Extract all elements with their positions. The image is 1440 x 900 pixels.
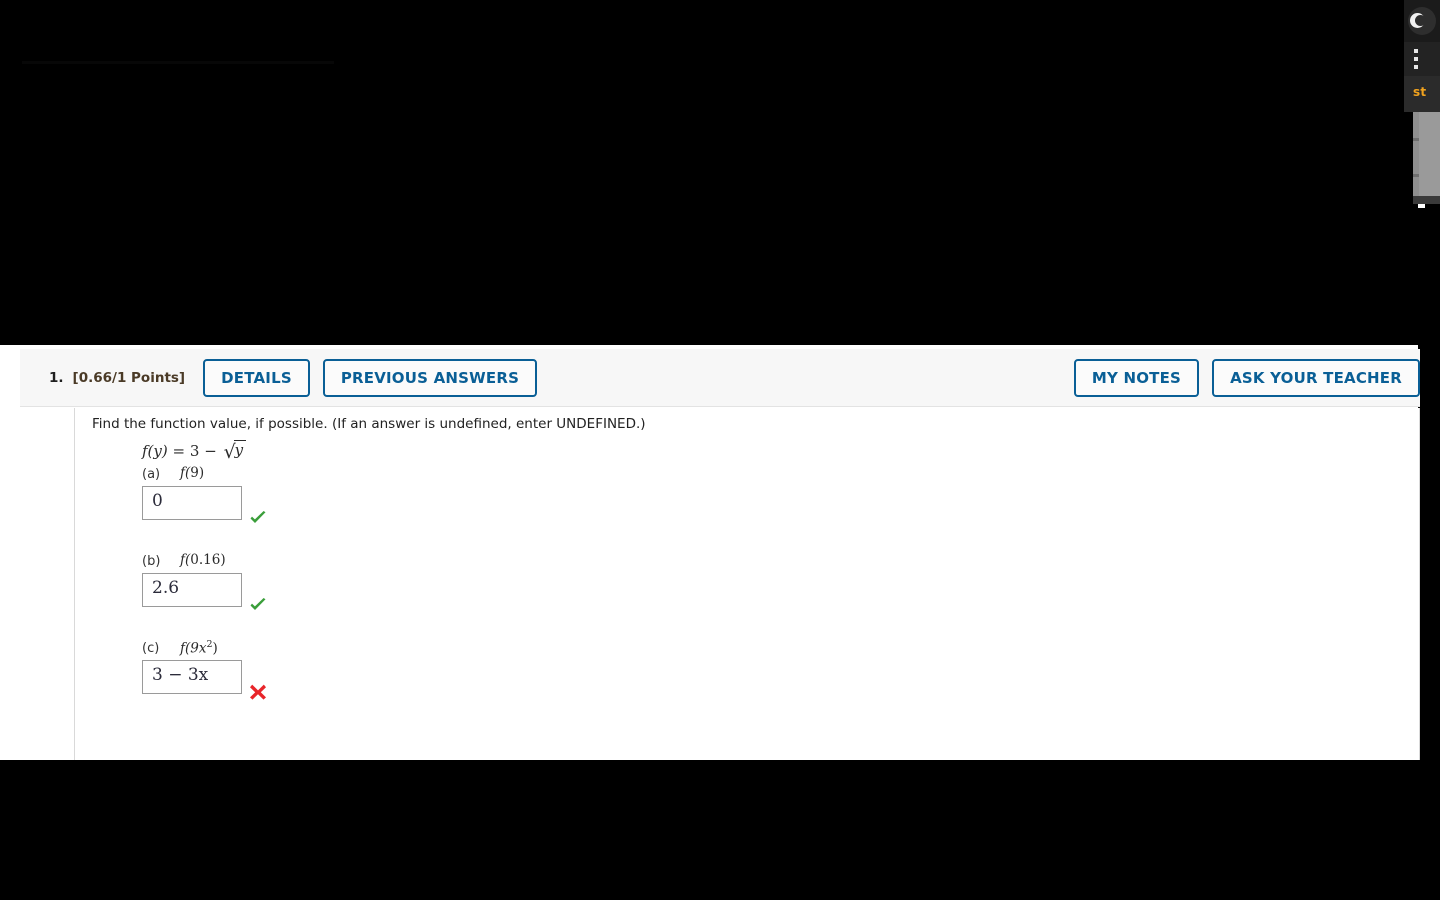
part-label-c: (c) <box>142 641 160 656</box>
ask-your-teacher-button[interactable]: ASK YOUR TEACHER <box>1212 358 1420 397</box>
bottom-black-region <box>0 760 1440 900</box>
answer-input-a[interactable]: 0 <box>142 486 242 520</box>
check-icon-b <box>248 595 268 615</box>
answer-input-b[interactable]: 2.6 <box>142 573 242 607</box>
question-header-bar: 1. [0.66/1 Points] DETAILS PREVIOUS ANSW… <box>20 349 1420 407</box>
video-black-region <box>0 0 1418 345</box>
more-vertical-icon <box>1414 49 1418 69</box>
square-root-expression: √y <box>222 440 247 463</box>
grey-panel-fragment <box>1413 112 1440 200</box>
part-expression-b: f(0.16) <box>180 552 226 568</box>
check-icon-a <box>248 508 268 528</box>
avatar-glyph-icon <box>1410 13 1426 28</box>
partial-label-text: st <box>1413 85 1427 99</box>
answer-value-c: 3 − 3x <box>152 665 209 685</box>
partial-label-cell: st <box>1404 76 1440 112</box>
details-button[interactable]: DETAILS <box>203 358 310 397</box>
avatar[interactable] <box>1404 0 1440 42</box>
screen: st 1. [0.66/1 Points] DETAILS PREVIOUS A… <box>0 0 1440 900</box>
radicand: y <box>233 440 247 459</box>
question-number: 1. <box>49 369 64 386</box>
function-definition: f(y) = 3 − √y <box>142 440 247 463</box>
minus-sign: − <box>204 442 217 460</box>
answer-input-c[interactable]: 3 − 3x <box>142 660 242 694</box>
dark-bar-fragment <box>1413 196 1440 204</box>
answer-value-a: 0 <box>152 491 163 511</box>
question-points: [0.66/1 Points] <box>72 369 186 386</box>
faint-divider-line <box>22 61 334 64</box>
cross-icon-c <box>248 682 268 702</box>
part-label-b: (b) <box>142 554 161 569</box>
part-expression-c: f(9x2) <box>180 639 218 657</box>
part-expression-a: f(9) <box>180 465 205 481</box>
more-options-button[interactable] <box>1404 42 1440 76</box>
answer-value-b: 2.6 <box>152 578 180 598</box>
previous-answers-button[interactable]: PREVIOUS ANSWERS <box>322 358 538 397</box>
function-lhs: f(y) <box>142 442 168 460</box>
question-prompt: Find the function value, if possible. (I… <box>92 416 646 432</box>
part-label-a: (a) <box>142 467 161 482</box>
my-notes-button[interactable]: MY NOTES <box>1073 358 1200 397</box>
avatar-circle-icon <box>1408 7 1436 35</box>
constant-term: 3 <box>189 442 200 460</box>
equals-sign: = <box>172 442 186 460</box>
question-page: 1. [0.66/1 Points] DETAILS PREVIOUS ANSW… <box>0 345 1420 900</box>
white-sliver-fragment <box>1418 204 1425 208</box>
